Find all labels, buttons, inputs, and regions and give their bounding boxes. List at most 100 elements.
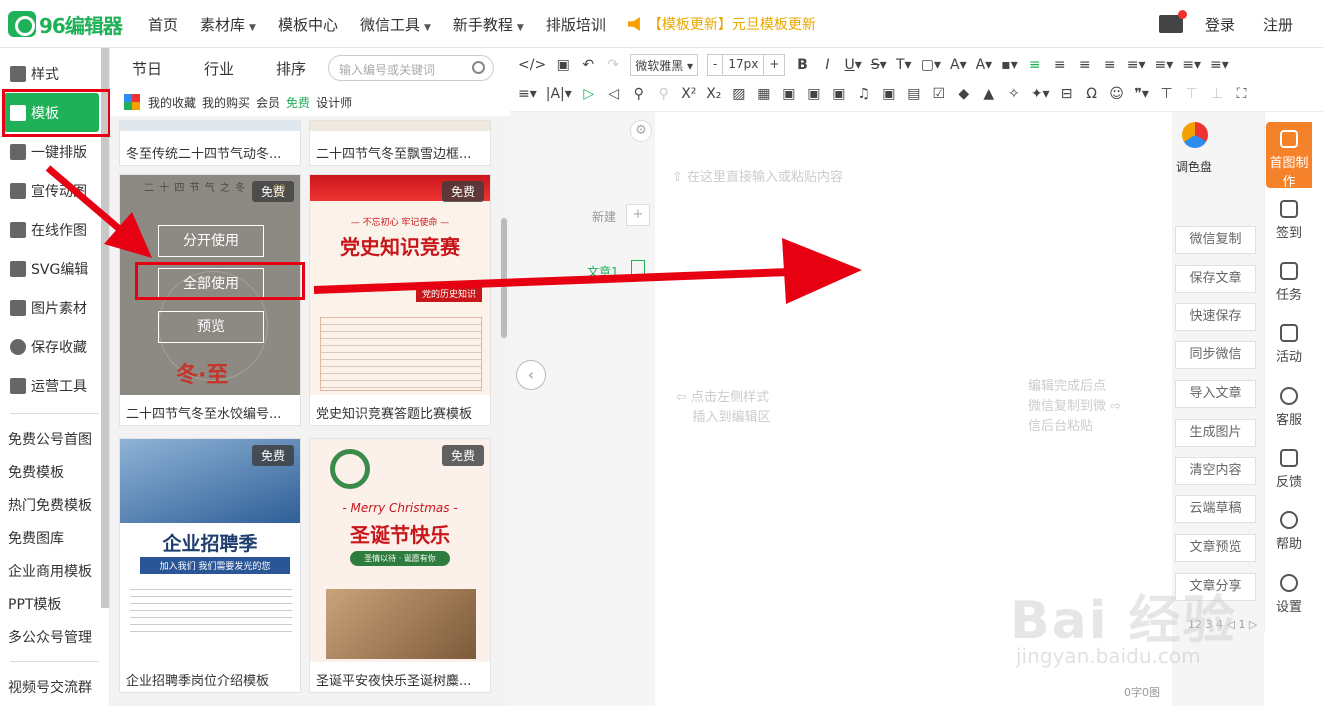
quick-save-button[interactable]: 快速保存 [1175, 303, 1256, 331]
size-decrease-button[interactable]: - [708, 55, 724, 75]
align-center-icon[interactable]: ≡ [1052, 57, 1068, 73]
table-icon[interactable]: ▦ [756, 86, 772, 102]
link-multi-account[interactable]: 多公众号管理 [0, 620, 109, 653]
tasks-button[interactable]: 任务 [1266, 254, 1312, 316]
tab-sort[interactable]: 排序 [276, 58, 306, 79]
search-icon[interactable] [472, 61, 485, 74]
fullscreen-icon[interactable]: ⛶ [1234, 86, 1250, 102]
align-justify-icon[interactable]: ≡ [1102, 57, 1118, 73]
link-free-images[interactable]: 免费图库 [0, 521, 109, 554]
text-align-icon[interactable]: |A|▾ [546, 86, 572, 102]
nav-item-tutorial[interactable]: 新手教程 ▼ [453, 14, 524, 35]
superscript-icon[interactable]: X² [681, 86, 697, 102]
html-icon[interactable]: </> [518, 57, 546, 73]
template-card-winter-solstice[interactable]: 二 十 四 节 气 之 冬 冬·至 免费 ♡ 分开使用 全部使用 预览 二十四节… [119, 174, 301, 426]
sidebar-item-gif[interactable]: 宣传动图 [0, 171, 109, 210]
article-preview-button[interactable]: 文章预览 [1175, 534, 1256, 562]
filter-free[interactable]: 免费 [286, 94, 310, 111]
strikethrough-icon[interactable]: S▾ [871, 57, 887, 73]
tab-industry[interactable]: 行业 [204, 58, 234, 79]
template-card-recruitment[interactable]: 企业招聘季 加入我们 我们需要发光的您 免费 企业招聘季岗位介绍模板 [119, 438, 301, 693]
cursor-left-icon[interactable]: ◁ [606, 86, 622, 102]
video-icon[interactable]: ▣ [806, 86, 822, 102]
redo-icon[interactable]: ↷ [605, 57, 621, 73]
superline-icon[interactable]: T▾ [896, 57, 912, 73]
filter-designer[interactable]: 设计师 [316, 94, 352, 111]
list-icon[interactable]: ≡▾ [518, 86, 537, 102]
emoji-icon[interactable]: ☺ [1109, 86, 1125, 102]
link-enterprise-templates[interactable]: 企业商用模板 [0, 554, 109, 587]
article-icon[interactable] [631, 260, 645, 276]
template-card[interactable]: 二十四节气冬至飘雪边框... [309, 120, 491, 166]
save-article-button[interactable]: 保存文章 [1175, 265, 1256, 293]
wechat-copy-button[interactable]: 微信复制 [1175, 226, 1256, 254]
line-height-icon[interactable]: ≡▾ [1155, 57, 1174, 73]
italic-icon[interactable]: I [819, 57, 835, 73]
bold-icon[interactable]: B [794, 57, 810, 73]
activity-button[interactable]: 活动 [1266, 316, 1312, 378]
link-hot-free-templates[interactable]: 热门免费模板 [0, 488, 109, 521]
align-left-icon[interactable]: ≡ [1027, 57, 1043, 73]
picture-icon[interactable]: ▣ [881, 86, 897, 102]
article-tab[interactable]: 文章1 [587, 263, 619, 280]
image-icon[interactable]: ▣ [781, 86, 797, 102]
import-article-button[interactable]: 导入文章 [1175, 380, 1256, 408]
wand-icon[interactable]: ✦▾ [1031, 86, 1050, 102]
link-ppt-templates[interactable]: PPT模板 [0, 587, 109, 620]
magic-icon[interactable]: ✧ [1006, 86, 1022, 102]
checkin-button[interactable]: 签到 [1266, 192, 1312, 254]
font-size-stepper[interactable]: -17px + [707, 54, 786, 76]
palette-label[interactable]: 调色盘 [1176, 158, 1212, 175]
nav-item-templates[interactable]: 模板中心 [278, 14, 338, 35]
link-free-cover[interactable]: 免费公号首图 [0, 422, 109, 455]
sidebar-item-svg[interactable]: SVG编辑 [0, 249, 109, 288]
nav-item-training[interactable]: 排版培训 [546, 14, 606, 35]
search-input[interactable]: 输入编号或关键词 [328, 55, 494, 81]
sidebar-item-favorites[interactable]: 保存收藏 [0, 327, 109, 366]
eraser-icon[interactable]: ◆ [956, 86, 972, 102]
register-link[interactable]: 注册 [1263, 14, 1293, 35]
filter-favorites[interactable]: 我的收藏 [148, 94, 196, 111]
sync-wechat-button[interactable]: 同步微信 [1175, 341, 1256, 369]
link-free-templates[interactable]: 免费模板 [0, 455, 109, 488]
settings-button[interactable]: 设置 [1266, 566, 1312, 628]
link-icon[interactable]: ⚲ [631, 86, 647, 102]
panel-scrollbar[interactable] [501, 218, 507, 338]
top-icon[interactable]: ⊤ [1184, 86, 1200, 102]
sidebar-item-one-click-layout[interactable]: 一键排版 [0, 132, 109, 171]
template-card[interactable]: 冬至传统二十四节气动冬... [119, 120, 301, 166]
collapse-panel-button[interactable]: ‹ [516, 360, 546, 390]
cloud-drafts-button[interactable]: 云端草稿 [1175, 495, 1256, 523]
divider-line-icon[interactable]: ⊟ [1059, 86, 1075, 102]
omega-icon[interactable]: Ω [1084, 86, 1100, 102]
filter-purchased[interactable]: 我的购买 [202, 94, 250, 111]
feedback-button[interactable]: 反馈 [1266, 441, 1312, 503]
quote-icon[interactable]: ❞▾ [1134, 86, 1150, 102]
pattern-icon[interactable]: ▨ [731, 86, 747, 102]
app-logo[interactable]: 96编辑器 [8, 10, 123, 38]
heart-icon[interactable]: ♡ [272, 183, 290, 199]
letter-spacing-icon[interactable]: ≡▾ [1210, 57, 1229, 73]
doc-icon[interactable]: ▣ [555, 57, 571, 73]
settings-gear-icon[interactable]: ⚙ [630, 120, 652, 142]
highlight-icon[interactable]: A▾ [976, 57, 993, 73]
clear-content-button[interactable]: 清空内容 [1175, 457, 1256, 485]
bottom-icon[interactable]: ⊥ [1209, 86, 1225, 102]
unlink-icon[interactable]: ⚲ [656, 86, 672, 102]
checkbox-icon[interactable]: ☑ [931, 86, 947, 102]
sidebar-item-ops-tools[interactable]: 运营工具 [0, 366, 109, 405]
template-card-party-history[interactable]: — 不忘初心 牢记使命 — 党史知识竞赛 党的历史知识 免费 党史知识竞赛答题比… [309, 174, 491, 426]
sidebar-item-styles[interactable]: 样式 [0, 54, 109, 93]
sidebar-item-images[interactable]: 图片素材 [0, 288, 109, 327]
customer-service-button[interactable]: 客服 [1266, 379, 1312, 441]
sidebar-item-online-drawing[interactable]: 在线作图 [0, 210, 109, 249]
template-update-notice[interactable]: 【模板更新】元旦模板更新 [627, 14, 816, 34]
indent-icon[interactable]: ≡▾ [1127, 57, 1146, 73]
align-right-icon[interactable]: ≡ [1077, 57, 1093, 73]
paste-icon[interactable]: ▤ [906, 86, 922, 102]
use-separately-button[interactable]: 分开使用 [158, 225, 264, 257]
font-family-select[interactable]: 微软雅黑 ▾ [630, 54, 699, 76]
cover-maker-button[interactable]: 首图制作 [1266, 122, 1312, 190]
help-button[interactable]: 帮助 [1266, 503, 1312, 565]
category-icon[interactable] [124, 94, 140, 110]
